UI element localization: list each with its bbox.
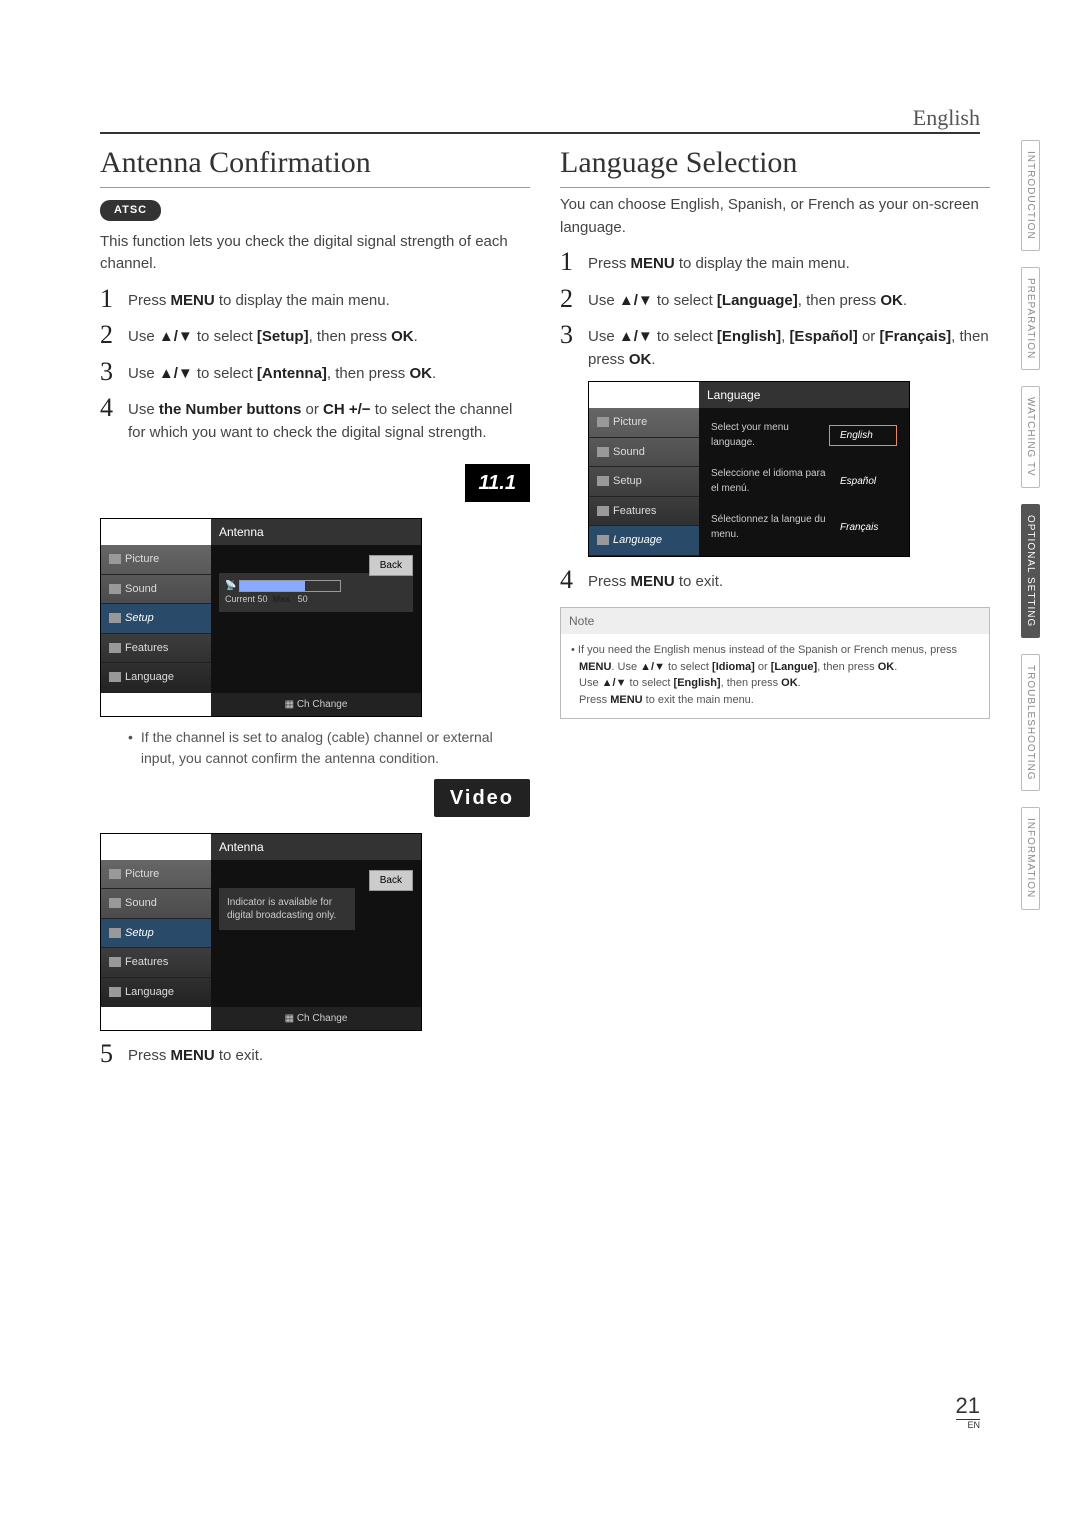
r-step-4: Press MENU to exit.: [588, 567, 990, 594]
menu-item-setup[interactable]: Setup: [589, 467, 699, 497]
osd-header: Antenna: [211, 834, 421, 860]
step-1-text: Press MENU to display the main menu.: [128, 286, 530, 313]
setup-icon: [109, 928, 121, 938]
lang-row-espanol[interactable]: Seleccione el idioma para el menú. Españ…: [707, 458, 901, 504]
osd-antenna-signal: Antenna Picture Sound Setup Features Lan…: [100, 518, 422, 717]
back-button[interactable]: Back: [369, 555, 413, 576]
menu-item-sound[interactable]: Sound: [101, 889, 211, 919]
back-button[interactable]: Back: [369, 870, 413, 891]
menu-item-sound[interactable]: Sound: [589, 438, 699, 468]
sound-icon: [109, 898, 121, 908]
osd-antenna-video: Antenna Picture Sound Setup Features Lan…: [100, 833, 422, 1032]
step-number: 1: [100, 286, 128, 312]
step-number: 4: [560, 567, 588, 593]
menu-item-sound[interactable]: Sound: [101, 575, 211, 605]
note-header: Note: [561, 608, 989, 634]
lang-option-francais[interactable]: Français: [829, 517, 897, 538]
features-icon: [109, 957, 121, 967]
step-number: 2: [560, 286, 588, 312]
menu-item-setup[interactable]: Setup: [101, 604, 211, 634]
menu-item-picture[interactable]: Picture: [101, 545, 211, 575]
menu-item-features[interactable]: Features: [101, 948, 211, 978]
language-icon: [597, 535, 609, 545]
section-title-language: Language Selection: [560, 140, 990, 188]
step-2-text: Use ▲/▼ to select [Setup], then press OK…: [128, 322, 530, 349]
tab-optional-setting[interactable]: OPTIONAL SETTING: [1021, 504, 1040, 638]
right-column: Language Selection You can choose Englis…: [560, 140, 990, 1078]
step-3-text: Use ▲/▼ to select [Antenna], then press …: [128, 359, 530, 386]
grid-icon: ▦: [285, 1013, 294, 1024]
language-icon: [109, 672, 121, 682]
step-number: 1: [560, 249, 588, 275]
setup-icon: [109, 613, 121, 623]
step-number: 4: [100, 395, 128, 421]
menu-item-language[interactable]: Language: [101, 978, 211, 1008]
lang-option-espanol[interactable]: Español: [829, 471, 897, 492]
osd-side-menu: Picture Sound Setup Features Language: [101, 860, 211, 1008]
picture-icon: [109, 554, 121, 564]
menu-item-features[interactable]: Features: [589, 497, 699, 527]
features-icon: [109, 643, 121, 653]
menu-item-picture[interactable]: Picture: [589, 408, 699, 438]
channel-indicator: 11.1: [465, 464, 530, 502]
antenna-intro: This function lets you check the digital…: [100, 231, 530, 276]
tab-information[interactable]: INFORMATION: [1021, 807, 1040, 909]
osd-language: Language Picture Sound Setup Features La…: [588, 381, 910, 557]
signal-strength-box: 📡 Current 50 Max 50: [219, 573, 413, 612]
page-language-header: English: [913, 105, 980, 131]
left-column: Antenna Confirmation ATSC This function …: [100, 140, 530, 1078]
step-number: 2: [100, 322, 128, 348]
picture-icon: [597, 417, 609, 427]
setup-icon: [597, 476, 609, 486]
note-body: • If you need the English menus instead …: [561, 634, 989, 718]
lang-row-english[interactable]: Select your menu language. English: [707, 412, 901, 458]
tab-troubleshooting[interactable]: TROUBLESHOOTING: [1021, 654, 1040, 792]
features-icon: [597, 506, 609, 516]
signal-bar: [239, 580, 341, 592]
video-indicator: Video: [434, 779, 530, 817]
menu-item-picture[interactable]: Picture: [101, 860, 211, 890]
step-number: 3: [560, 322, 588, 348]
r-step-2: Use ▲/▼ to select [Language], then press…: [588, 286, 990, 313]
step-5-text: Press MENU to exit.: [128, 1041, 530, 1068]
grid-icon: ▦: [285, 699, 294, 710]
step-4-text: Use the Number buttons or CH +/− to sele…: [128, 395, 530, 444]
r-step-3: Use ▲/▼ to select [English], [Español] o…: [588, 322, 990, 371]
top-rule: [100, 132, 980, 134]
sound-icon: [597, 447, 609, 457]
osd-header: Antenna: [211, 519, 421, 545]
antenna-icon: 📡: [225, 580, 236, 590]
lang-option-english[interactable]: English: [829, 425, 897, 446]
sound-icon: [109, 584, 121, 594]
menu-item-setup[interactable]: Setup: [101, 919, 211, 949]
indicator-message: Indicator is available for digital broad…: [219, 888, 355, 930]
step-number: 3: [100, 359, 128, 385]
osd-footer: ▦ Ch Change: [211, 1007, 421, 1030]
tab-introduction[interactable]: INTRODUCTION: [1021, 140, 1040, 251]
page-number: 21 EN: [956, 1393, 980, 1430]
osd-side-menu: Picture Sound Setup Features Language: [101, 545, 211, 693]
section-tabs: INTRODUCTION PREPARATION WATCHING TV OPT…: [1021, 140, 1040, 910]
tab-preparation[interactable]: PREPARATION: [1021, 267, 1040, 370]
analog-note: If the channel is set to analog (cable) …: [128, 727, 530, 769]
osd-footer: ▦ Ch Change: [211, 693, 421, 716]
tab-watching-tv[interactable]: WATCHING TV: [1021, 386, 1040, 488]
osd-side-menu: Picture Sound Setup Features Language: [589, 408, 699, 556]
step-number: 5: [100, 1041, 128, 1067]
osd-header: Language: [699, 382, 909, 408]
picture-icon: [109, 869, 121, 879]
section-title-antenna: Antenna Confirmation: [100, 140, 530, 188]
language-icon: [109, 987, 121, 997]
lang-row-francais[interactable]: Sélectionnez la langue du menu. Français: [707, 504, 901, 550]
menu-item-language[interactable]: Language: [101, 663, 211, 693]
atsc-badge: ATSC: [100, 200, 161, 221]
language-intro: You can choose English, Spanish, or Fren…: [560, 194, 990, 239]
menu-item-features[interactable]: Features: [101, 634, 211, 664]
menu-item-language[interactable]: Language: [589, 526, 699, 556]
note-box: Note • If you need the English menus ins…: [560, 607, 990, 719]
r-step-1: Press MENU to display the main menu.: [588, 249, 990, 276]
